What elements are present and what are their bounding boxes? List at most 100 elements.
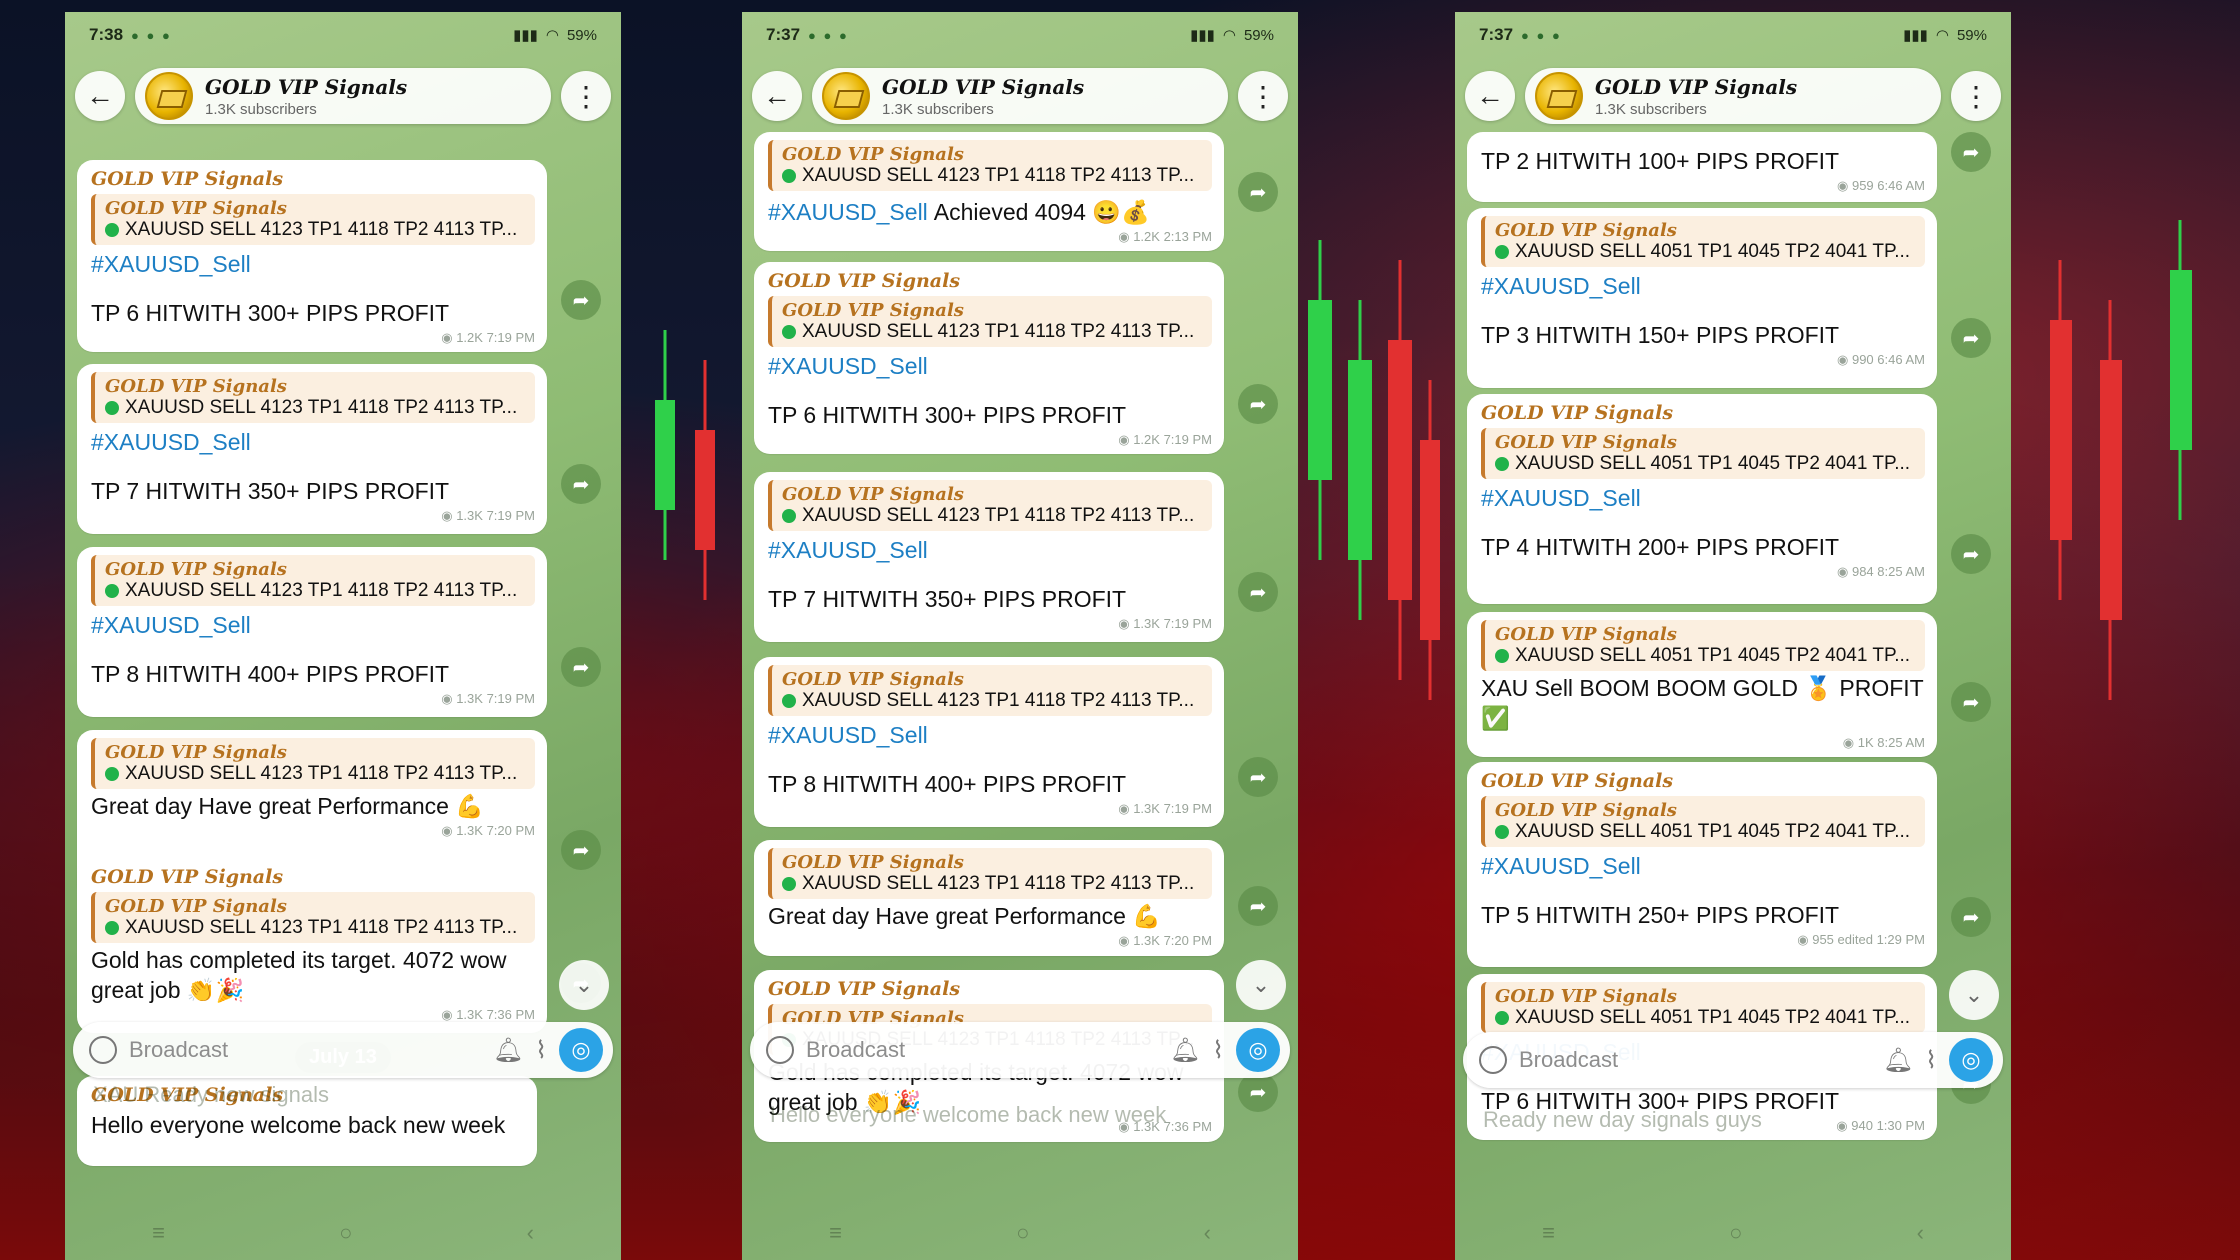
reply-quote[interactable]: GOLD VIP SignalsXAUUSD SELL 4123 TP1 411… — [91, 194, 535, 245]
message-bubble[interactable]: GOLD VIP SignalsGOLD VIP SignalsXAUUSD S… — [77, 858, 547, 1033]
home-icon[interactable]: ○ — [339, 1220, 352, 1250]
scroll-down-button[interactable]: ⌄ — [1949, 970, 1999, 1020]
scroll-down-button[interactable]: ⌄ — [1236, 960, 1286, 1010]
reply-quote[interactable]: GOLD VIP SignalsXAUUSD SELL 4123 TP1 411… — [768, 848, 1212, 899]
more-vertical-icon[interactable]: ⋮ — [561, 71, 611, 121]
hashtag-link[interactable]: #XAUUSD_Sell — [1481, 273, 1925, 300]
scroll-down-button[interactable]: ⌄ — [559, 960, 609, 1010]
back-icon[interactable]: ‹ — [1204, 1220, 1211, 1250]
share-icon[interactable]: ➦ — [1951, 682, 1991, 722]
share-icon[interactable]: ➦ — [561, 647, 601, 687]
broadcast-composer[interactable]: Broadcast 🔔︎ ⌇ ◎ — [1463, 1032, 2003, 1088]
recents-icon[interactable]: ≡ — [829, 1220, 842, 1250]
reply-quote[interactable]: GOLD VIP SignalsXAUUSD SELL 4123 TP1 411… — [91, 372, 535, 423]
hashtag-link[interactable]: #XAUUSD_Sell — [768, 722, 1212, 749]
back-arrow-icon[interactable]: ← — [752, 71, 802, 121]
share-icon[interactable]: ➦ — [561, 830, 601, 870]
message-bubble[interactable]: TP 2 HITWITH 100+ PIPS PROFIT ◉ 959 6:46 … — [1467, 132, 1937, 202]
back-arrow-icon[interactable]: ← — [75, 71, 125, 121]
home-icon[interactable]: ○ — [1729, 1220, 1742, 1250]
share-icon[interactable]: ➦ — [561, 280, 601, 320]
share-icon[interactable]: ➦ — [1951, 132, 1991, 172]
message-bubble[interactable]: GOLD VIP Signals XAUUSD SELL 4051 TP1 404… — [1467, 612, 1937, 757]
reply-quote[interactable]: GOLD VIP SignalsXAUUSD SELL 4123 TP1 411… — [768, 665, 1212, 716]
channel-avatar[interactable] — [822, 72, 870, 120]
home-icon[interactable]: ○ — [1016, 1220, 1029, 1250]
channel-info[interactable]: GOLD VIP Signals 1.3K subscribers — [812, 68, 1228, 124]
message-bubble[interactable]: GOLD VIP Signals XAUUSD SELL 4123 TP1 411… — [754, 657, 1224, 827]
share-icon[interactable]: ➦ — [1238, 886, 1278, 926]
message-bubble[interactable]: GOLD VIP Signals XAUUSD SELL 4051 TP1 404… — [1467, 208, 1937, 388]
broadcast-composer[interactable]: Broadcast 🔔︎ ⌇ ◎ — [73, 1022, 613, 1078]
bell-icon[interactable]: 🔔︎ — [1170, 1036, 1200, 1065]
channel-info[interactable]: GOLD VIP Signals 1.3K subscribers — [1525, 68, 1941, 124]
reply-quote[interactable]: GOLD VIP Signals XAUUSD SELL 4051 TP1 404… — [1481, 982, 1925, 1033]
message-bubble[interactable]: GOLD VIP SignalsGOLD VIP SignalsXAUUSD S… — [1467, 762, 1937, 967]
camera-icon[interactable]: ◎ — [559, 1028, 603, 1072]
message-bubble[interactable]: GOLD VIP Signals XAUUSD SELL 4123 TP1 411… — [754, 472, 1224, 642]
hashtag-link[interactable]: #XAUUSD_Sell Achieved 4094 😀💰 — [768, 197, 1212, 227]
more-vertical-icon[interactable]: ⋮ — [1238, 71, 1288, 121]
camera-icon[interactable]: ◎ — [1236, 1028, 1280, 1072]
reply-quote[interactable]: GOLD VIP SignalsXAUUSD SELL 4123 TP1 411… — [768, 140, 1212, 191]
message-bubble[interactable]: GOLD VIP SignalsGOLD VIP SignalsXAUUSD S… — [1467, 394, 1937, 604]
broadcast-input[interactable]: Broadcast — [1519, 1047, 1871, 1073]
recents-icon[interactable]: ≡ — [1542, 1220, 1555, 1250]
broadcast-composer[interactable]: Broadcast 🔔︎ ⌇ ◎ — [750, 1022, 1290, 1078]
back-icon[interactable]: ‹ — [1917, 1220, 1924, 1250]
paperclip-icon[interactable]: ⌇ — [1212, 1036, 1224, 1065]
message-bubble[interactable]: GOLD VIP SignalsGOLD VIP SignalsXAUUSD S… — [77, 160, 547, 352]
emoji-icon[interactable] — [89, 1036, 117, 1064]
hashtag-link[interactable]: #XAUUSD_Sell — [768, 353, 1212, 380]
message-bubble[interactable]: GOLD VIP Signals XAUUSD SELL 4123 TP1 411… — [77, 547, 547, 717]
back-icon[interactable]: ‹ — [527, 1220, 534, 1250]
message-feed[interactable]: TP 2 HITWITH 100+ PIPS PROFIT ◉ 959 6:46 … — [1455, 132, 2011, 1260]
camera-icon[interactable]: ◎ — [1949, 1038, 1993, 1082]
reply-quote[interactable]: GOLD VIP SignalsXAUUSD SELL 4123 TP1 411… — [768, 296, 1212, 347]
share-icon[interactable]: ➦ — [1238, 172, 1278, 212]
share-icon[interactable]: ➦ — [1238, 572, 1278, 612]
hashtag-link[interactable]: #XAUUSD_Sell — [91, 612, 535, 639]
reply-quote[interactable]: GOLD VIP SignalsXAUUSD SELL 4123 TP1 411… — [91, 738, 535, 789]
reply-quote[interactable]: GOLD VIP SignalsXAUUSD SELL 4123 TP1 411… — [91, 892, 535, 943]
share-icon[interactable]: ➦ — [1951, 897, 1991, 937]
message-bubble[interactable]: GOLD VIP SignalsGOLD VIP SignalsXAUUSD S… — [754, 262, 1224, 454]
reply-quote[interactable]: GOLD VIP SignalsXAUUSD SELL 4123 TP1 411… — [768, 480, 1212, 531]
message-bubble[interactable]: GOLD VIP Signals XAUUSD SELL 4123 TP1 411… — [754, 132, 1224, 251]
hashtag-link[interactable]: #XAUUSD_Sell — [91, 429, 535, 456]
hashtag-link[interactable]: #XAUUSD_Sell — [1481, 853, 1925, 880]
message-bubble[interactable]: GOLD VIP Signals XAUUSD SELL 4123 TP1 411… — [77, 364, 547, 534]
reply-quote[interactable]: GOLD VIP Signals XAUUSD SELL 4051 TP1 404… — [1481, 216, 1925, 267]
paperclip-icon[interactable]: ⌇ — [1925, 1046, 1937, 1075]
message-feed[interactable]: GOLD VIP Signals XAUUSD SELL 4123 TP1 411… — [742, 132, 1298, 1260]
bell-icon[interactable]: 🔔︎ — [493, 1036, 523, 1065]
channel-avatar[interactable] — [145, 72, 193, 120]
share-icon[interactable]: ➦ — [561, 464, 601, 504]
share-icon[interactable]: ➦ — [1951, 318, 1991, 358]
channel-avatar[interactable] — [1535, 72, 1583, 120]
hashtag-link[interactable]: #XAUUSD_Sell — [91, 251, 535, 278]
paperclip-icon[interactable]: ⌇ — [535, 1036, 547, 1065]
emoji-icon[interactable] — [766, 1036, 794, 1064]
back-arrow-icon[interactable]: ← — [1465, 71, 1515, 121]
bell-icon[interactable]: 🔔︎ — [1883, 1046, 1913, 1075]
reply-quote[interactable]: GOLD VIP SignalsXAUUSD SELL 4123 TP1 411… — [91, 555, 535, 606]
broadcast-input[interactable]: Broadcast — [129, 1037, 481, 1063]
hashtag-link[interactable]: #XAUUSD_Sell — [768, 199, 928, 225]
more-vertical-icon[interactable]: ⋮ — [1951, 71, 2001, 121]
hashtag-link[interactable]: #XAUUSD_Sell — [768, 537, 1212, 564]
broadcast-input[interactable]: Broadcast — [806, 1037, 1158, 1063]
channel-info[interactable]: GOLD VIP Signals 1.3K subscribers — [135, 68, 551, 124]
emoji-icon[interactable] — [1479, 1046, 1507, 1074]
reply-quote[interactable]: GOLD VIP Signals XAUUSD SELL 4051 TP1 404… — [1481, 620, 1925, 671]
share-icon[interactable]: ➦ — [1238, 757, 1278, 797]
share-icon[interactable]: ➦ — [1238, 384, 1278, 424]
reply-quote[interactable]: GOLD VIP Signals XAUUSD SELL 4051 TP1 404… — [1481, 796, 1925, 847]
hashtag-link[interactable]: #XAUUSD_Sell — [1481, 485, 1925, 512]
reply-quote[interactable]: GOLD VIP Signals XAUUSD SELL 4051 TP1 404… — [1481, 428, 1925, 479]
recents-icon[interactable]: ≡ — [152, 1220, 165, 1250]
share-icon[interactable]: ➦ — [1951, 534, 1991, 574]
message-bubble[interactable]: GOLD VIP Signals XAUUSD SELL 4123 TP1 411… — [754, 840, 1224, 956]
